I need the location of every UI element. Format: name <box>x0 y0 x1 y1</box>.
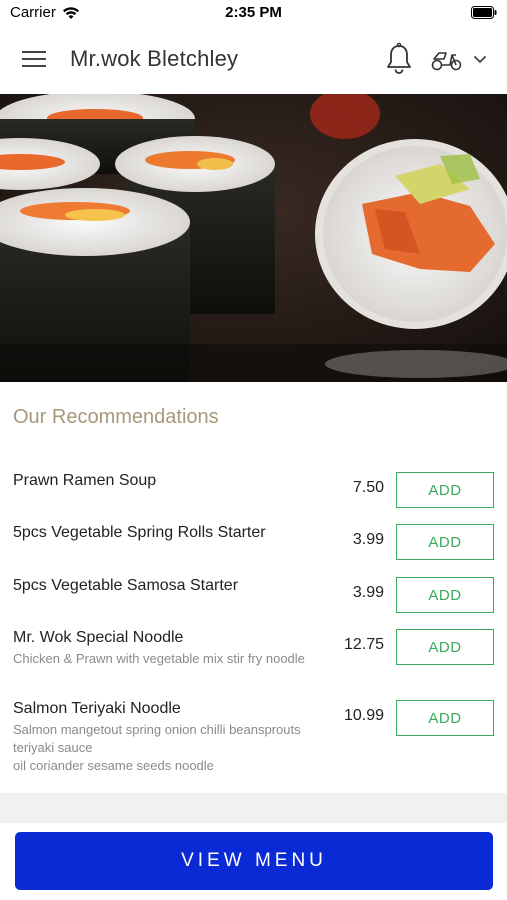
recommendations-title: Our Recommendations <box>13 406 219 428</box>
item-name: Prawn Ramen Soup <box>13 472 157 489</box>
add-button[interactable]: ADD <box>396 472 494 508</box>
bell-icon[interactable] <box>384 42 414 76</box>
battery-icon <box>471 6 497 19</box>
scooter-icon[interactable] <box>430 46 464 72</box>
status-time: 2:35 PM <box>225 4 282 21</box>
item-price: 3.99 <box>352 584 384 601</box>
item-name: 5pcs Vegetable Samosa Starter <box>13 577 239 594</box>
menu-icon[interactable] <box>22 48 48 70</box>
app-header: Mr.wok Bletchley <box>0 26 507 94</box>
add-button[interactable]: ADD <box>396 524 494 560</box>
item-price: 12.75 <box>343 636 384 653</box>
view-menu-button[interactable]: VIEW MENU <box>15 832 493 890</box>
chevron-down-icon[interactable] <box>472 52 488 66</box>
item-name: 5pcs Vegetable Spring Rolls Starter <box>13 524 266 541</box>
item-name: Salmon Teriyaki Noodle <box>13 700 181 717</box>
item-name: Mr. Wok Special Noodle <box>13 629 184 646</box>
add-button[interactable]: ADD <box>396 577 494 613</box>
item-description: Chicken & Prawn with vegetable mix stir … <box>13 651 305 666</box>
footer-divider <box>0 793 507 823</box>
add-button[interactable]: ADD <box>396 700 494 736</box>
item-description: Salmon mangetout spring onion chilli bea… <box>13 722 301 773</box>
sushi-illustration <box>0 94 507 382</box>
hero-image <box>0 94 507 382</box>
item-price: 3.99 <box>352 531 384 548</box>
item-price: 10.99 <box>343 707 384 724</box>
item-price: 7.50 <box>352 479 384 496</box>
add-button[interactable]: ADD <box>396 629 494 665</box>
status-bar: Carrier 2:35 PM <box>0 0 507 26</box>
restaurant-title: Mr.wok Bletchley <box>70 46 239 71</box>
